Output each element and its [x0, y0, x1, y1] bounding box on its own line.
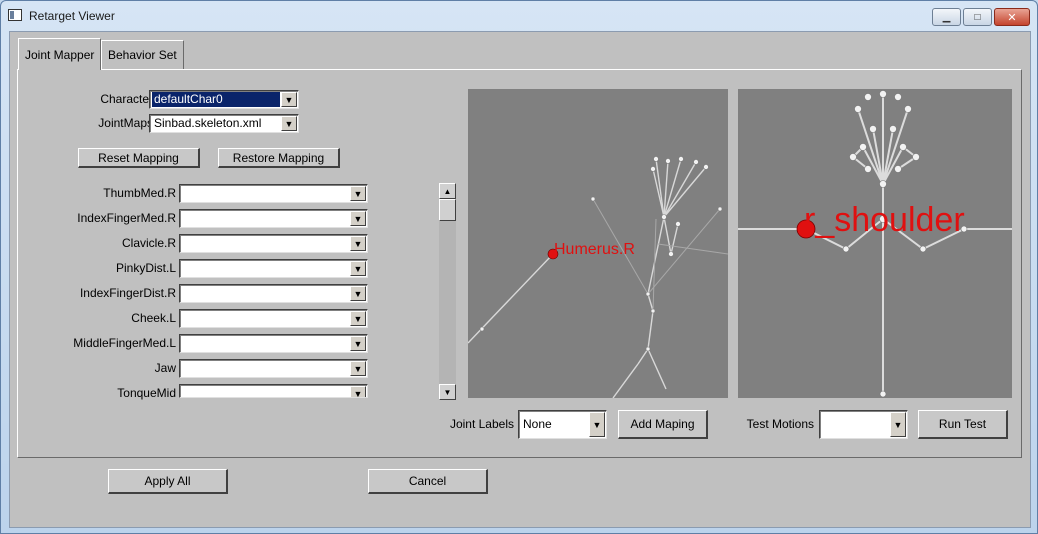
source-joint-label: Humerus.R — [554, 241, 635, 258]
joint-mapping-value — [182, 336, 349, 351]
joint-mapping-select[interactable]: ▼ — [179, 284, 368, 303]
jointmaps-value: Sinbad.skeleton.xml — [154, 116, 262, 130]
joint-labels-label: Joint Labels — [449, 417, 514, 431]
joint-name-label: ThumbMed.R — [103, 186, 176, 200]
chevron-down-icon[interactable]: ▼ — [281, 116, 297, 131]
joint-mapping-value — [182, 261, 349, 276]
joint-name-label: MiddleFingerMed.L — [73, 336, 176, 350]
joint-mapping-value — [182, 211, 349, 226]
test-motions-value — [822, 417, 889, 432]
window-title: Retarget Viewer — [29, 9, 115, 23]
joint-mapping-select[interactable]: ▼ — [179, 209, 368, 228]
joint-mapping-select[interactable]: ▼ — [179, 334, 368, 353]
joint-mapping-select[interactable]: ▼ — [179, 309, 368, 328]
chevron-down-icon[interactable]: ▼ — [350, 186, 366, 201]
joint-name-label: PinkyDist.L — [115, 261, 176, 275]
chevron-down-icon[interactable]: ▼ — [350, 211, 366, 226]
chevron-down-icon[interactable]: ▼ — [350, 236, 366, 251]
joint-mapping-value — [182, 186, 349, 201]
cancel-button[interactable]: Cancel — [368, 469, 488, 494]
target-joint-label: r_shoulder — [804, 201, 965, 239]
target-skeleton-viewport[interactable]: r_shoulder — [738, 89, 1012, 398]
title-bar[interactable]: Retarget Viewer ▁ □ ✕ — [1, 1, 1037, 31]
app-icon — [8, 9, 22, 21]
joint-mapper-panel: Character defaultChar0 ▼ JointMaps Sinba… — [17, 69, 1022, 458]
joint-mapping-select[interactable]: ▼ — [179, 234, 368, 253]
character-select[interactable]: defaultChar0 ▼ — [149, 90, 299, 109]
joint-mapping-select[interactable]: ▼ — [179, 384, 368, 398]
joint-mapping-value — [182, 386, 349, 397]
joint-mapping-select[interactable]: ▼ — [179, 359, 368, 378]
scroll-up-icon[interactable]: ▲ — [439, 183, 456, 199]
retarget-viewer-window: Retarget Viewer ▁ □ ✕ Joint Mapper Behav… — [0, 0, 1038, 534]
joint-mapping-value — [182, 286, 349, 301]
test-motions-select[interactable]: ▼ — [819, 410, 908, 439]
joint-name-label: TonqueMid — [117, 386, 176, 400]
joint-mapping-value — [182, 236, 349, 251]
add-mapping-button[interactable]: Add Maping — [618, 410, 708, 439]
jointmaps-select[interactable]: Sinbad.skeleton.xml ▼ — [149, 114, 299, 133]
joint-name-label: Clavicle.R — [121, 236, 176, 250]
client-area: Joint Mapper Behavior Set Character defa… — [9, 31, 1031, 528]
joint-name-label: Jaw — [154, 361, 176, 375]
tab-joint-mapper[interactable]: Joint Mapper — [18, 38, 102, 70]
joint-mapping-value — [182, 311, 349, 326]
chevron-down-icon[interactable]: ▼ — [350, 261, 366, 276]
character-label: Character — [100, 92, 153, 106]
chevron-down-icon[interactable]: ▼ — [890, 412, 906, 437]
chevron-down-icon[interactable]: ▼ — [281, 92, 297, 107]
restore-mapping-button[interactable]: Restore Mapping — [218, 148, 340, 168]
character-value: defaultChar0 — [152, 92, 280, 107]
minimize-button[interactable]: ▁ — [932, 8, 961, 26]
apply-all-button[interactable]: Apply All — [108, 469, 228, 494]
target-skeleton-drawing: r_shoulder — [738, 90, 1012, 398]
joint-mapping-select[interactable]: ▼ — [179, 259, 368, 278]
close-button[interactable]: ✕ — [994, 8, 1030, 26]
maximize-button[interactable]: □ — [963, 8, 992, 26]
reset-mapping-button[interactable]: Reset Mapping — [78, 148, 200, 168]
chevron-down-icon[interactable]: ▼ — [350, 386, 366, 397]
joint-labels-select[interactable]: None ▼ — [518, 410, 607, 439]
chevron-down-icon[interactable]: ▼ — [350, 286, 366, 301]
scrollbar-thumb[interactable] — [439, 199, 456, 221]
chevron-down-icon[interactable]: ▼ — [350, 361, 366, 376]
run-test-button[interactable]: Run Test — [918, 410, 1008, 439]
chevron-down-icon[interactable]: ▼ — [589, 412, 605, 437]
chevron-down-icon[interactable]: ▼ — [350, 336, 366, 351]
joint-name-label: Cheek.L — [131, 311, 176, 325]
joint-name-label: IndexFingerMed.R — [77, 211, 176, 225]
joint-mapping-value — [182, 361, 349, 376]
test-motions-label: Test Motions — [746, 417, 814, 431]
source-skeleton-viewport[interactable]: Humerus.R — [468, 89, 728, 398]
joint-labels-value: None — [523, 417, 552, 431]
source-skeleton-drawing: Humerus.R — [468, 156, 728, 398]
joint-mapping-select[interactable]: ▼ — [179, 184, 368, 203]
tab-behavior-set[interactable]: Behavior Set — [101, 40, 184, 69]
scroll-down-icon[interactable]: ▼ — [439, 384, 456, 400]
jointmaps-label: JointMaps — [98, 116, 153, 130]
joint-list-scrollbar[interactable]: ▲ ▼ — [439, 183, 456, 400]
joint-name-label: IndexFingerDist.R — [79, 286, 176, 300]
chevron-down-icon[interactable]: ▼ — [350, 311, 366, 326]
